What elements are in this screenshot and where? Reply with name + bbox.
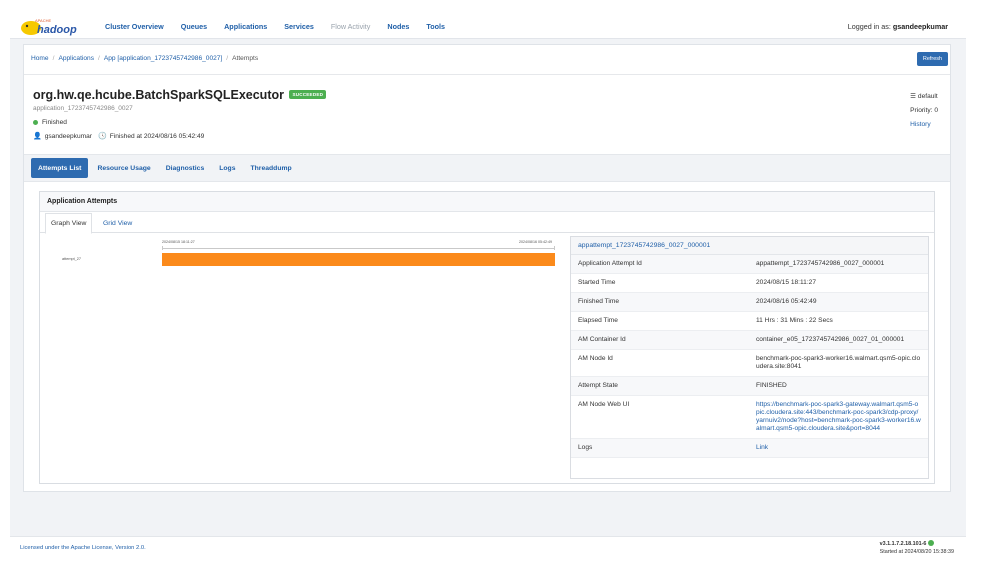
- user-prefix: Logged in as:: [847, 22, 891, 31]
- app-state: Finished: [33, 119, 67, 126]
- row-value: 2024/08/16 05:42:49: [756, 298, 817, 305]
- attempt-bar[interactable]: [162, 253, 555, 266]
- logs-link[interactable]: Link: [756, 444, 921, 452]
- tab-threaddump[interactable]: Threaddump: [251, 158, 292, 178]
- footer: Licensed under the Apache License, Versi…: [10, 536, 966, 558]
- tab-resource-usage[interactable]: Resource Usage: [97, 158, 150, 178]
- timeline-row-label: attempt_27: [62, 257, 81, 261]
- axis-start-mark: [162, 246, 163, 250]
- application-attempts-panel: Application Attempts Graph View Grid Vie…: [39, 191, 935, 484]
- tab-grid-view[interactable]: Grid View: [98, 213, 137, 233]
- license-link[interactable]: Licensed under the Apache License, Versi…: [20, 545, 146, 551]
- status-badge: SUCCEEDED: [289, 90, 327, 99]
- tab-diagnostics[interactable]: Diagnostics: [166, 158, 205, 178]
- app-title: org.hw.qe.hcube.BatchSparkSQLExecutor SU…: [33, 88, 327, 102]
- app-id: application_1723745742986_0027: [33, 105, 133, 112]
- timeline-axis: [162, 248, 555, 249]
- nav-cluster-overview[interactable]: Cluster Overview: [105, 22, 164, 31]
- row-key: AM Node Id: [578, 355, 613, 362]
- user-icon: 👤: [33, 133, 42, 140]
- queue-icon: ☰: [910, 93, 917, 100]
- attempt-details-rows: Application Attempt Id appattempt_1723745…: [571, 255, 928, 458]
- table-row: Application Attempt Id appattempt_1723745…: [571, 255, 928, 274]
- queue-name: default: [917, 93, 938, 100]
- attempt-details-header[interactable]: appattempt_1723745742986_0027_000001: [571, 237, 928, 255]
- row-value: appattempt_1723745742986_0027_000001: [756, 260, 885, 267]
- row-key: Elapsed Time: [578, 317, 618, 324]
- version-number: v3.1.1.7.2.18.101-6: [879, 541, 927, 547]
- row-key: Attempt State: [578, 382, 618, 389]
- main-nav: Cluster Overview Queues Applications Ser…: [105, 14, 462, 39]
- attempt-details: appattempt_1723745742986_0027_000001 App…: [570, 236, 929, 479]
- tab-graph-view[interactable]: Graph View: [45, 213, 93, 234]
- app-queue-info: ☰ default Priority: 0 History: [910, 90, 938, 132]
- priority: Priority: 0: [910, 107, 938, 114]
- top-navbar: APACHE hadoop Cluster Overview Queues Ap…: [10, 14, 966, 39]
- row-value: 2024/08/15 18:11:27: [756, 279, 817, 286]
- user-name: gsandeepkumar: [892, 22, 948, 31]
- axis-end-mark: [554, 246, 555, 250]
- row-key: Finished Time: [578, 298, 620, 305]
- row-key: Application Attempt Id: [578, 260, 642, 267]
- row-key: Started Time: [578, 279, 616, 286]
- app-state-label: Finished: [42, 119, 67, 126]
- logged-in-user: Logged in as: gsandeepkumar: [848, 22, 948, 31]
- table-row: Attempt State FINISHED: [571, 377, 928, 396]
- timeline-start-tick: 2024/08/15 18:11:27: [162, 240, 195, 244]
- app-user: gsandeepkumar: [44, 132, 93, 140]
- tab-bar: Attempts List Resource Usage Diagnostics…: [24, 154, 950, 182]
- row-value: 11 Hrs : 31 Mins : 22 Secs: [756, 317, 833, 324]
- clock-icon: 🕓: [98, 133, 107, 140]
- refresh-button[interactable]: Refresh: [917, 52, 948, 66]
- nav-applications[interactable]: Applications: [224, 22, 267, 31]
- row-value: container_e05_1723745742986_0027_01_0000…: [756, 336, 905, 343]
- row-value: FINISHED: [756, 382, 787, 389]
- view-tabs: Graph View Grid View: [40, 213, 934, 234]
- table-row: Elapsed Time 11 Hrs : 31 Mins : 22 Secs: [571, 312, 928, 331]
- table-row: Finished Time 2024/08/16 05:42:49: [571, 293, 928, 312]
- breadcrumb-applications[interactable]: Applications: [58, 55, 94, 62]
- hadoop-logo[interactable]: APACHE hadoop: [19, 17, 89, 37]
- nav-nodes[interactable]: Nodes: [387, 22, 409, 31]
- table-row: AM Node Web UI https://benchmark-poc-spar…: [571, 396, 928, 439]
- divider: [24, 74, 950, 75]
- panel-title: Application Attempts: [40, 192, 934, 212]
- table-row: Logs Link: [571, 439, 928, 458]
- breadcrumb-attempts: Attempts: [232, 55, 259, 62]
- row-key: Logs: [578, 444, 593, 451]
- tab-logs[interactable]: Logs: [219, 158, 235, 178]
- row-key: AM Node Web UI: [578, 401, 630, 408]
- status-dot-icon: [33, 120, 38, 125]
- tab-attempts-list[interactable]: Attempts List: [31, 158, 89, 178]
- version-info: v3.1.1.7.2.18.101-6 Started at 2024/08/2…: [880, 540, 954, 556]
- nav-queues[interactable]: Queues: [181, 22, 207, 31]
- table-row: AM Node Id benchmark-poc-spark3-worker16.…: [571, 350, 928, 377]
- svg-text:APACHE: APACHE: [35, 18, 51, 23]
- app-finished-time: Finished at 2024/08/16 05:42:49: [109, 132, 205, 140]
- breadcrumb-app[interactable]: App [application_1723745742986_0027]: [104, 55, 222, 62]
- table-row: Started Time 2024/08/15 18:11:27: [571, 274, 928, 293]
- app-meta: 👤 gsandeepkumar 🕓 Finished at 2024/08/16…: [33, 132, 205, 141]
- timeline-end-tick: 2024/08/16 05:42:49: [519, 240, 552, 244]
- table-row: AM Container Id container_e05_17237457429…: [571, 331, 928, 350]
- attempt-timeline-graph: 2024/08/15 18:11:27 2024/08/16 05:42:49 …: [50, 240, 570, 280]
- nav-flow-activity: Flow Activity: [330, 22, 371, 31]
- breadcrumb-home[interactable]: Home: [31, 55, 49, 62]
- started-time: Started at 2024/08/20 15:38:39: [879, 549, 954, 555]
- row-value: benchmark-poc-spark3-worker16.walmart.qs…: [756, 355, 921, 370]
- am-node-web-ui-link[interactable]: https://benchmark-poc-spark3-gateway.wal…: [756, 401, 921, 433]
- breadcrumb: Home / Applications / App [application_17237…: [31, 55, 259, 62]
- nav-services[interactable]: Services: [284, 22, 314, 31]
- app-name: org.hw.qe.hcube.BatchSparkSQLExecutor: [33, 88, 284, 102]
- row-key: AM Container Id: [578, 336, 626, 343]
- svg-text:hadoop: hadoop: [37, 24, 77, 36]
- status-dot-icon: [928, 540, 935, 546]
- nav-tools[interactable]: Tools: [426, 22, 445, 31]
- history-link[interactable]: History: [910, 118, 938, 132]
- main-content: Home / Applications / App [application_17237…: [23, 44, 951, 492]
